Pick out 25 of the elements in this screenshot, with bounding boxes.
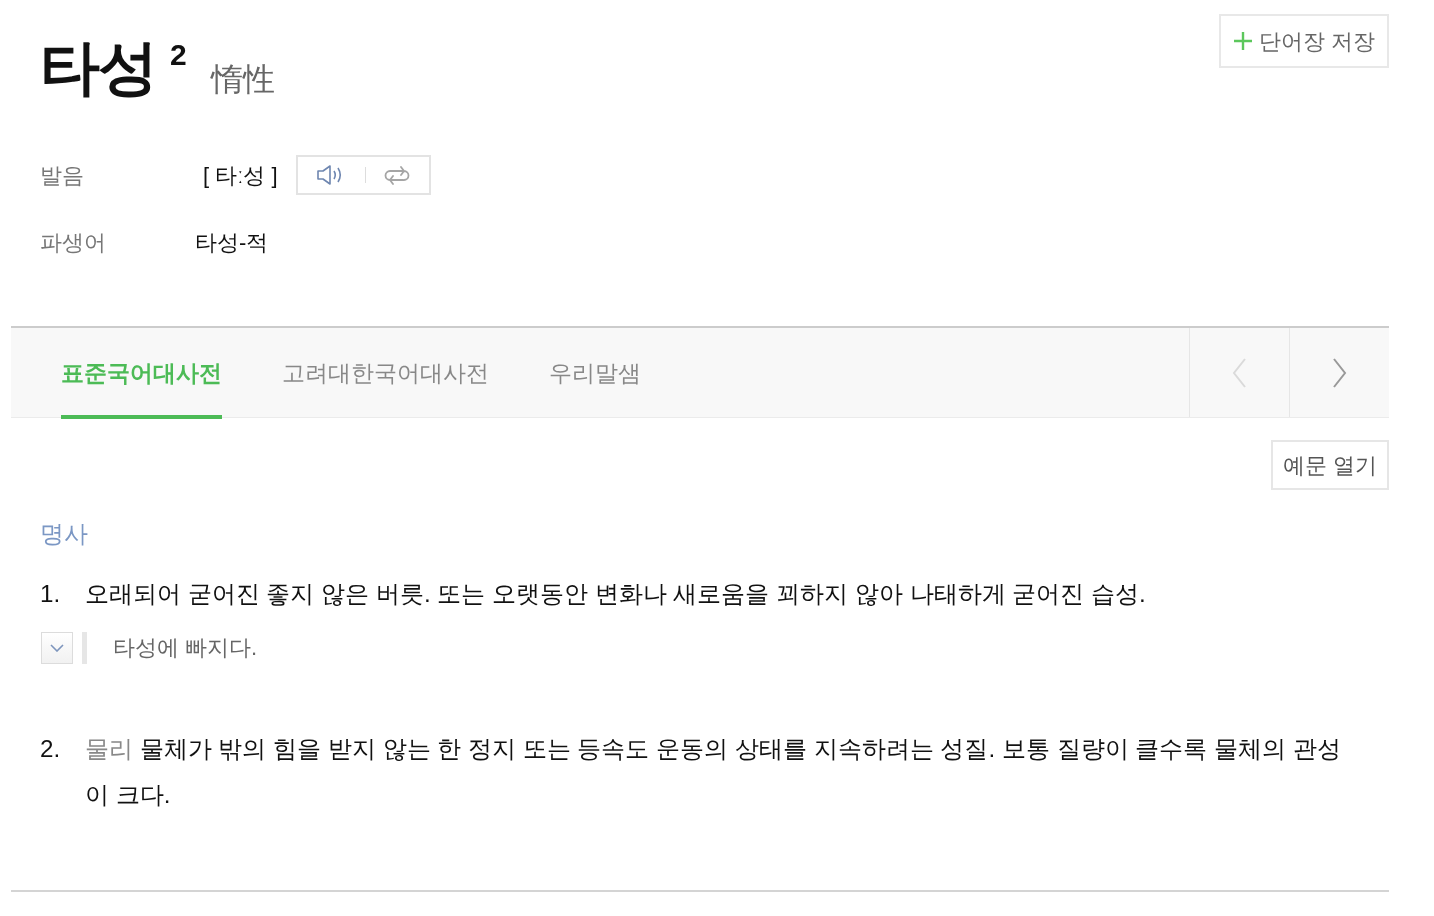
- derivative-word: 타성-적: [195, 228, 269, 257]
- save-to-wordbook-button[interactable]: 단어장 저장: [1218, 14, 1389, 68]
- pronunciation-text: [ 타ː성 ]: [203, 161, 278, 190]
- dictionary-tab[interactable]: 표준국어대사전: [61, 328, 222, 419]
- dictionary-tab[interactable]: 우리말샘: [549, 328, 641, 419]
- dictionary-tab[interactable]: 고려대한국어대사전: [282, 328, 489, 419]
- headword: 타성: [40, 38, 156, 98]
- repeat-icon: [384, 165, 411, 185]
- definition-text: 오래되어 굳어진 좋지 않은 버릇. 또는 오랫동안 변화나 새로움을 꾀하지 않아 나태하게 굳어진 습성.: [85, 578, 1147, 609]
- chevron-right-icon: [1331, 356, 1348, 389]
- example-sentence: 타성에 빠지다.: [113, 634, 258, 663]
- field-label: 발음: [40, 161, 85, 190]
- definition-text: 물리 물체가 밖의 힘을 받지 않는 한 정지 또는 등속도 운동의 상태를 지속하려는 성질. 보통 질량이 클수록 물체의 관성이 크다.: [85, 733, 1342, 810]
- expand-example-button[interactable]: [41, 631, 73, 664]
- homograph-number: 2: [170, 40, 187, 70]
- open-examples-button[interactable]: 예문 열기: [1271, 440, 1389, 490]
- sense-number: 1.: [40, 578, 62, 609]
- part-of-speech: 명사: [39, 520, 89, 549]
- field-label: 파생어: [40, 228, 107, 257]
- hanja-text: 惰性: [210, 63, 275, 95]
- repeat-audio-button[interactable]: [384, 165, 411, 185]
- plus-icon: [1232, 31, 1253, 51]
- chevron-left-icon: [1231, 356, 1248, 389]
- chevron-down-icon: [50, 643, 64, 652]
- sense-number: 2.: [40, 733, 62, 764]
